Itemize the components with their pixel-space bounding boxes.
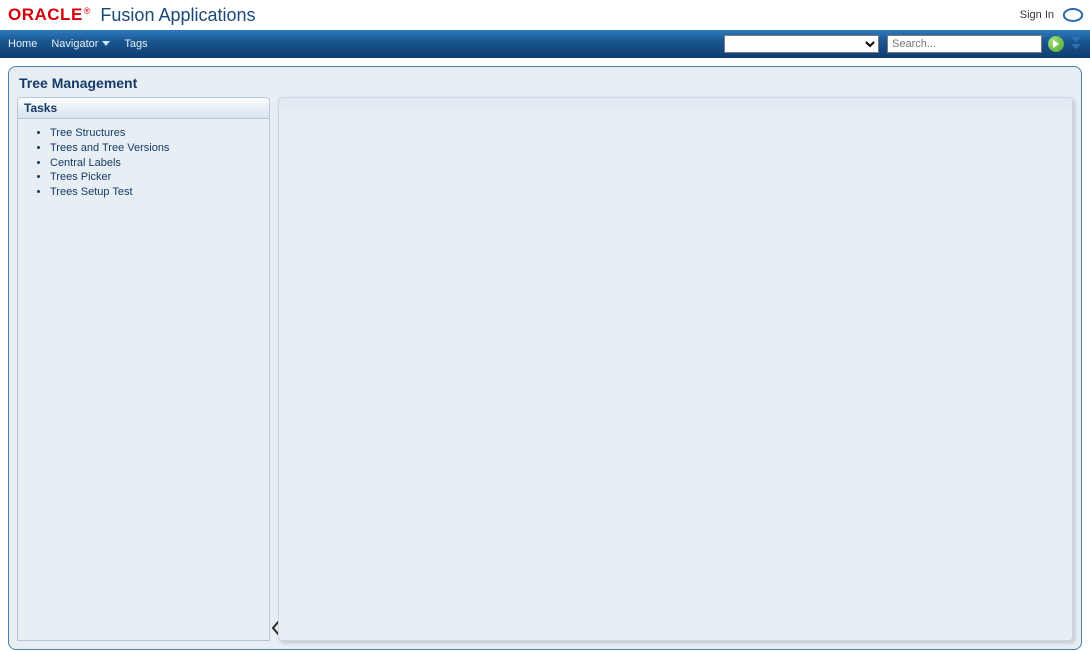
search-go-button[interactable] [1048,36,1064,52]
tasks-panel: Tasks Tree Structures Trees and Tree Ver… [17,97,270,641]
tasks-panel-header: Tasks [18,98,269,119]
task-item-label: Trees Setup Test [50,186,133,198]
main-frame: Tree Management Tasks Tree Structures Tr… [8,66,1082,650]
task-item-central-labels[interactable]: Central Labels [50,157,263,171]
page-title: Tree Management [17,73,1073,97]
sign-in-link[interactable]: Sign In [1020,9,1054,21]
global-header: ORACLE ® Fusion Applications Sign In [0,0,1090,30]
nav-navigator[interactable]: Navigator [51,38,110,50]
task-item-label: Trees Picker [50,171,111,183]
nav-navigator-label: Navigator [51,38,98,50]
nav-home-label: Home [8,38,37,50]
app-title: Fusion Applications [100,5,255,26]
nav-tags-label: Tags [124,38,147,50]
task-item-label: Trees and Tree Versions [50,142,169,154]
task-item-trees-and-tree-versions[interactable]: Trees and Tree Versions [50,142,263,156]
oracle-logo-registered: ® [84,6,91,16]
content-row: Tasks Tree Structures Trees and Tree Ver… [17,97,1073,641]
task-item-trees-picker[interactable]: Trees Picker [50,171,263,185]
tasks-list: Tree Structures Trees and Tree Versions … [28,127,263,200]
nav-scope-select[interactable] [724,35,879,53]
task-item-tree-structures[interactable]: Tree Structures [50,127,263,141]
expand-toggle-icon[interactable] [1070,36,1082,53]
task-item-label: Tree Structures [50,127,125,139]
nav-home[interactable]: Home [8,38,37,50]
tasks-panel-body: Tree Structures Trees and Tree Versions … [18,119,269,640]
accessibility-icon[interactable] [1062,7,1084,23]
primary-navbar: Home Navigator Tags [0,30,1090,58]
global-search-input[interactable] [887,35,1042,53]
task-item-trees-setup-test[interactable]: Trees Setup Test [50,186,263,200]
oracle-logo: ORACLE ® [8,5,90,25]
nav-tags[interactable]: Tags [124,38,147,50]
oracle-logo-text: ORACLE [8,5,83,25]
main-content-area [278,97,1073,641]
task-item-label: Central Labels [50,157,121,169]
chevron-down-icon [102,38,110,50]
play-icon [1052,40,1060,48]
